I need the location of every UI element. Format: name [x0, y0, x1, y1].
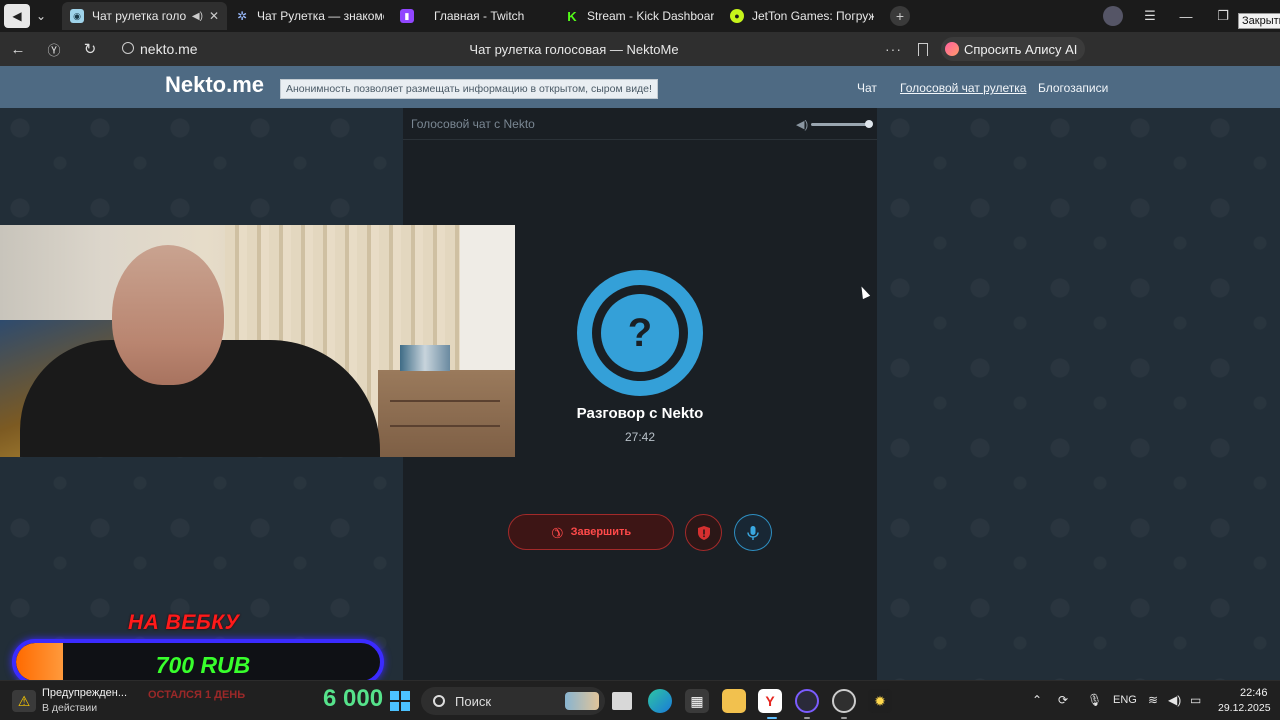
webcam-dresser — [378, 370, 515, 457]
microphone-button[interactable] — [734, 514, 772, 551]
file-explorer-icon[interactable] — [722, 689, 746, 713]
webcam-drawer — [390, 425, 500, 427]
webcam-wall — [460, 225, 515, 375]
new-tab-plus-icon[interactable]: + — [890, 6, 910, 26]
report-button[interactable] — [685, 514, 722, 551]
browser-tab-bar: ◀ ⌄ ◉ Чат рулетка голосов ◀) ✕ ✲ Чат Рул… — [0, 0, 1280, 32]
shield-icon — [697, 525, 710, 540]
input-language[interactable]: ENG — [1113, 694, 1137, 706]
windows-taskbar: ⚠ Предупрежден... В действии ОСТАЛСЯ 1 Д… — [0, 680, 1280, 720]
kick-icon: K — [565, 9, 579, 24]
tab-audio-icon[interactable]: ◀ — [4, 4, 30, 28]
overlay-counter: 6 000 — [323, 685, 384, 712]
webcam-shelf-items — [400, 345, 450, 371]
search-highlight-icon — [565, 692, 599, 710]
tab-title: Stream - Kick Dashboard — [587, 9, 714, 23]
tab-title: Чат рулетка голосов — [92, 9, 186, 23]
donation-amount: 700 RUB — [155, 652, 251, 678]
clock-date[interactable]: 29.12.2025 — [1218, 702, 1271, 714]
bookmark-icon[interactable] — [918, 42, 928, 56]
mic-tray-icon[interactable]: 🎙︎ — [1087, 693, 1102, 707]
gear-icon: ✲ — [236, 9, 248, 23]
tab-jetton[interactable]: ● JetTon Games: Погружен — [722, 2, 882, 30]
edge-icon[interactable] — [648, 689, 672, 713]
site-info-icon[interactable] — [122, 42, 134, 54]
app-running-indicator — [804, 717, 810, 719]
tab-title: JetTon Games: Погружен — [752, 9, 874, 23]
battery-icon[interactable]: ▭ — [1190, 693, 1201, 707]
sync-icon[interactable]: ⟳ — [1058, 693, 1068, 707]
end-call-label: Завершить — [570, 526, 632, 538]
jetton-icon: ● — [730, 9, 744, 23]
webcam-person-head — [112, 245, 224, 385]
profile-avatar-icon[interactable] — [1095, 0, 1131, 32]
warning-status: В действии — [42, 702, 98, 714]
close-icon[interactable]: ✕ — [209, 9, 219, 23]
yandex-browser-icon[interactable]: Y — [758, 689, 782, 713]
active-app-indicator — [767, 717, 777, 719]
yandex-icon[interactable]: Ⓨ — [36, 32, 72, 66]
address-field[interactable]: nekto.me Чат рулетка голосовая — NektoMe… — [114, 36, 936, 62]
question-mark-icon: ? — [601, 294, 679, 372]
ask-alice-button[interactable]: Спросить Алису AI — [941, 37, 1086, 61]
page-title: Чат рулетка голосовая — NektoMe — [469, 41, 679, 57]
tab-chatroulette[interactable]: ✲ Чат Рулетка — знакомств — [227, 2, 392, 30]
microphone-icon — [747, 525, 759, 540]
taskbar-search[interactable]: Поиск — [421, 687, 605, 715]
back-arrow-icon[interactable]: ← — [0, 32, 36, 66]
peer-avatar: ? — [577, 270, 703, 396]
warning-title[interactable]: Предупрежден... — [42, 687, 127, 699]
tab-nekto[interactable]: ◉ Чат рулетка голосов ◀) ✕ — [62, 2, 227, 30]
more-options-icon[interactable]: ··· — [885, 41, 902, 57]
site-logo[interactable]: Nekto.me — [165, 72, 264, 98]
donation-goal-title: НА ВЕБКУ — [128, 611, 240, 634]
search-placeholder: Поиск — [455, 693, 492, 709]
nav-blog[interactable]: Блогозаписи — [1038, 81, 1108, 95]
donation-subtitle: ОСТАЛСЯ 1 ДЕНЬ — [148, 689, 246, 701]
alice-label: Спросить Алису AI — [964, 41, 1078, 57]
tray-chevron-icon[interactable]: ⌃ — [1032, 693, 1042, 707]
tab-twitch[interactable]: ▮ Главная - Twitch — [392, 2, 557, 30]
nekto-icon: ◉ — [70, 9, 84, 23]
wifi-icon[interactable]: ≋ — [1148, 693, 1158, 707]
search-icon — [433, 695, 445, 707]
donation-progress-bar: 700 RUB — [12, 639, 384, 685]
app-running-indicator — [841, 717, 847, 719]
webcam-drawer — [390, 400, 500, 402]
volume-slider[interactable] — [811, 123, 869, 126]
speaker-icon[interactable]: ◀) — [192, 11, 203, 22]
twitch-icon: ▮ — [400, 9, 414, 23]
end-call-button[interactable]: ✆ Завершить — [508, 514, 674, 550]
restore-icon[interactable]: ❐ — [1205, 0, 1241, 32]
warning-icon[interactable]: ⚠ — [12, 690, 36, 712]
sparkle-app-icon[interactable]: ✹ — [868, 689, 892, 713]
obs-icon[interactable] — [795, 689, 819, 713]
discord-icon[interactable] — [832, 689, 856, 713]
tab-title: Главная - Twitch — [434, 9, 525, 23]
webcam-video — [0, 225, 515, 457]
volume-tray-icon[interactable]: ◀) — [1168, 693, 1181, 707]
site-tagline: Анонимность позволяет размещать информац… — [280, 79, 658, 99]
volume-slider-handle[interactable] — [865, 120, 873, 128]
tab-title: Чат Рулетка — знакомств — [257, 9, 384, 23]
store-icon[interactable]: ▦ — [685, 689, 709, 713]
address-bar-row: ← Ⓨ ↻ nekto.me Чат рулетка голосовая — N… — [0, 32, 1280, 89]
clock-time[interactable]: 22:46 — [1240, 687, 1268, 699]
url-host: nekto.me — [140, 41, 198, 57]
volume-icon[interactable]: ◀) — [796, 118, 808, 131]
close-tooltip: Закрыть — [1238, 13, 1280, 29]
nav-chat[interactable]: Чат — [857, 81, 877, 95]
task-view-icon[interactable] — [612, 692, 632, 710]
panel-title: Голосовой чат с Nekto — [411, 116, 535, 131]
nav-voice-chat[interactable]: Голосовой чат рулетка — [900, 81, 1026, 95]
alice-icon — [945, 42, 959, 56]
tab-kick[interactable]: K Stream - Kick Dashboard — [557, 2, 722, 30]
tabs-menu-chevron-icon[interactable]: ⌄ — [30, 4, 52, 28]
windows-start-icon[interactable] — [390, 691, 410, 711]
minimize-icon[interactable]: — — [1168, 0, 1204, 32]
reload-icon[interactable]: ↻ — [72, 32, 108, 66]
phone-hangup-icon: ✆ — [547, 522, 567, 543]
menu-icon[interactable]: ☰ — [1132, 0, 1168, 32]
